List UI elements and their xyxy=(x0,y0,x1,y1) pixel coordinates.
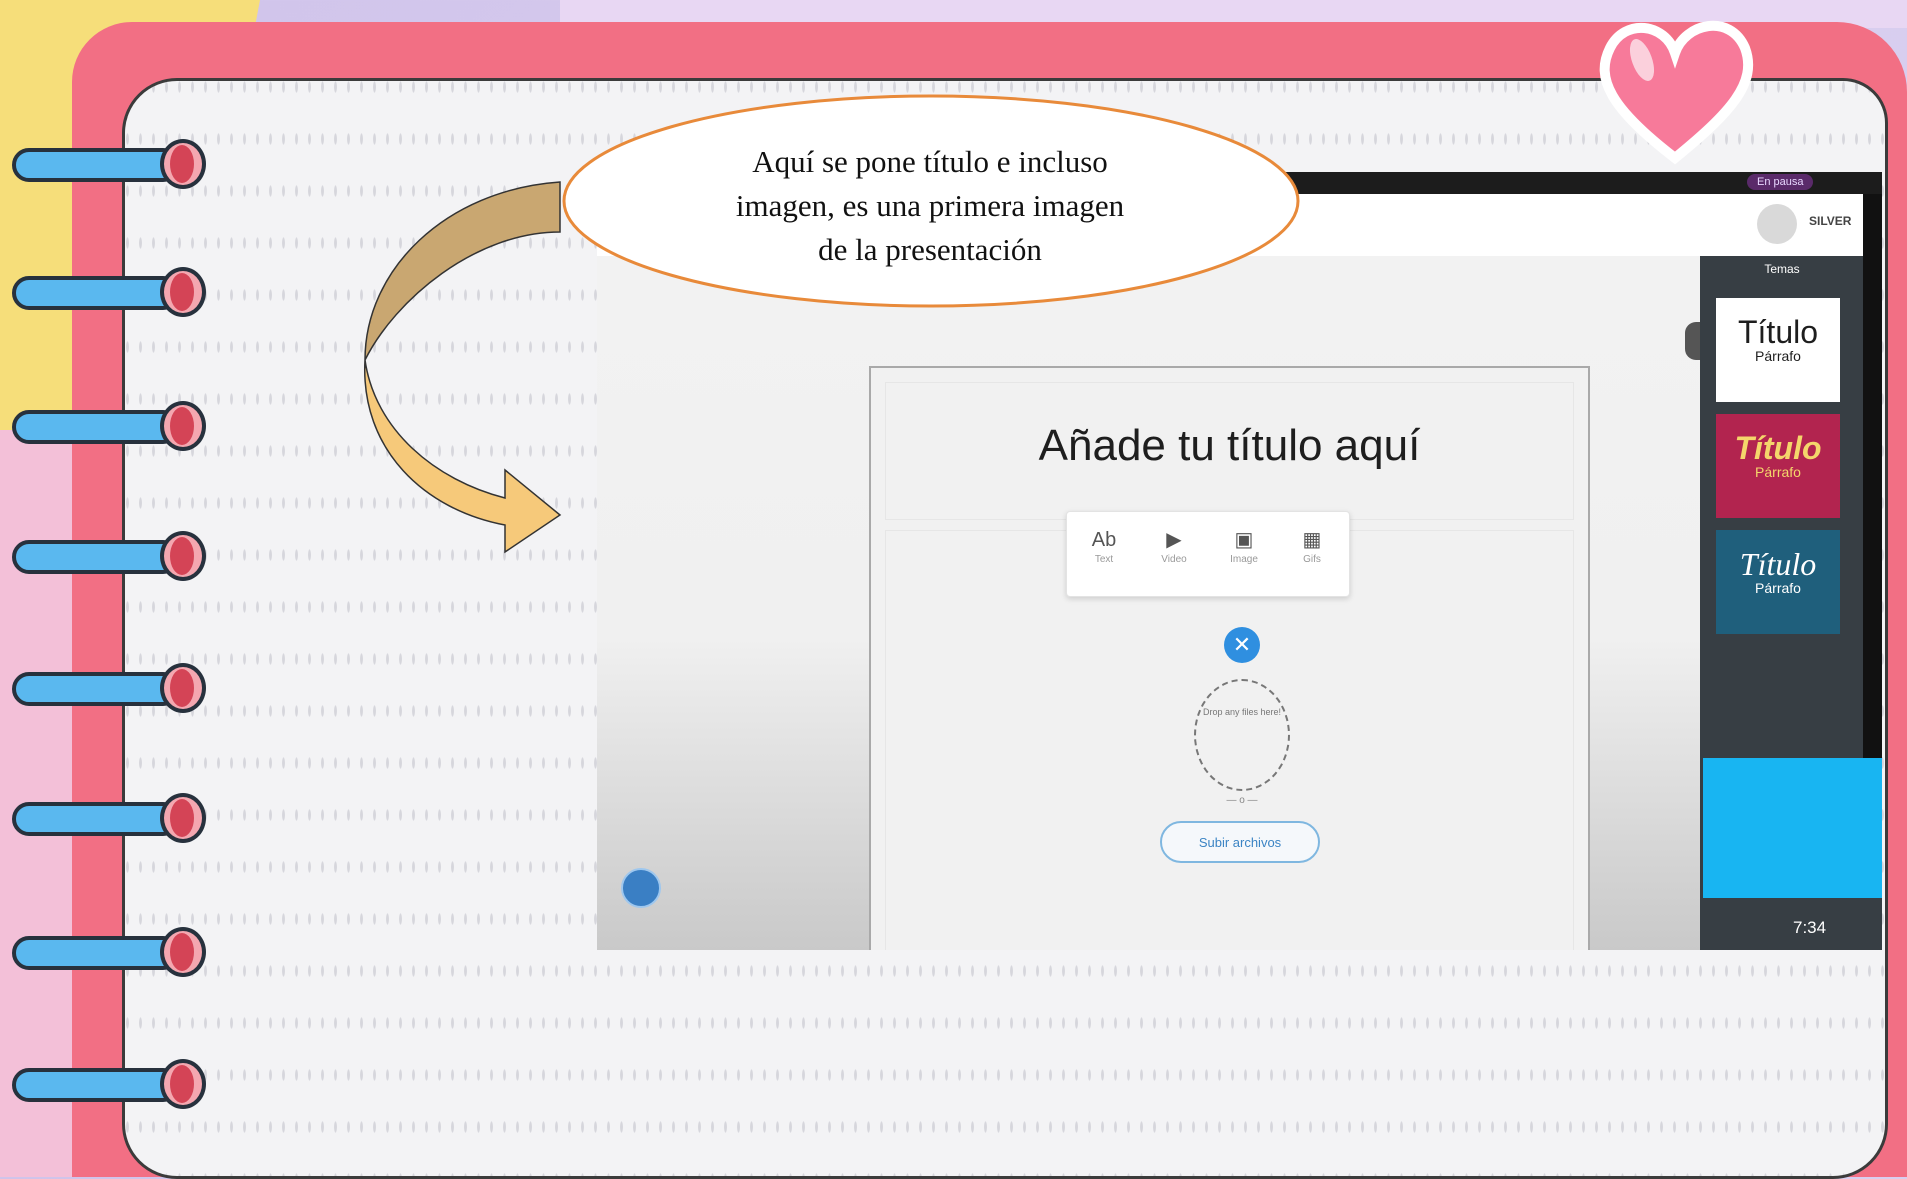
upload-files-button[interactable]: Subir archivos xyxy=(1160,821,1320,863)
spiral-ring xyxy=(12,663,206,713)
insert-gif-button[interactable]: ▦ Gifs xyxy=(1287,526,1337,565)
theme-card[interactable]: Título Párrafo xyxy=(1716,414,1840,518)
chat-icon[interactable] xyxy=(621,868,661,908)
or-divider: — o — xyxy=(1226,795,1258,806)
editor-canvas: Añade tu título aquí Ab Text ▶ Video ▣ I… xyxy=(597,256,1700,950)
slide-title-box[interactable]: Añade tu título aquí xyxy=(885,382,1574,520)
gif-icon: ▦ xyxy=(1302,529,1322,551)
theme-card[interactable]: Título Párrafo xyxy=(1716,530,1840,634)
spiral-ring xyxy=(12,401,206,451)
webcam-overlay xyxy=(1703,758,1882,898)
theme-card[interactable]: Título Párrafo xyxy=(1716,298,1840,402)
curved-arrow-icon xyxy=(364,181,562,554)
slide: Añade tu título aquí Ab Text ▶ Video ▣ I… xyxy=(869,366,1590,950)
close-icon[interactable]: ✕ xyxy=(1224,627,1260,663)
video-timer: 7:34 xyxy=(1793,918,1827,937)
heart-icon xyxy=(1599,20,1754,165)
avatar[interactable] xyxy=(1757,204,1797,244)
insert-menu: Ab Text ▶ Video ▣ Image ▦ Gifs xyxy=(1066,511,1350,597)
slide-title[interactable]: Añade tu título aquí xyxy=(886,421,1573,471)
insert-image-button[interactable]: ▣ Image xyxy=(1219,526,1269,565)
insert-video-button[interactable]: ▶ Video xyxy=(1149,526,1199,565)
file-drop-zone[interactable]: Drop any files here! xyxy=(1194,679,1290,791)
video-icon: ▶ xyxy=(1166,529,1182,551)
insert-text-button[interactable]: Ab Text xyxy=(1079,526,1129,565)
callout-text: Aquí se pone título e incluso imagen, es… xyxy=(735,144,1125,267)
spiral-ring xyxy=(12,267,206,317)
spiral-ring xyxy=(12,927,206,977)
user-label: SILVER xyxy=(1809,214,1852,228)
spiral-ring xyxy=(12,1059,206,1109)
slide-content-box[interactable]: Ab Text ▶ Video ▣ Image ▦ Gifs ✕ Drop an… xyxy=(885,511,1574,950)
image-icon: ▣ xyxy=(1234,529,1254,551)
drop-text: Drop any files here! xyxy=(1202,707,1282,717)
spiral-ring xyxy=(12,531,206,581)
spiral-ring xyxy=(12,139,206,189)
pause-badge[interactable]: En pausa xyxy=(1747,174,1814,190)
spiral-ring xyxy=(12,793,206,843)
text-icon: Ab xyxy=(1091,529,1117,551)
themes-title: Temas xyxy=(1764,262,1800,276)
